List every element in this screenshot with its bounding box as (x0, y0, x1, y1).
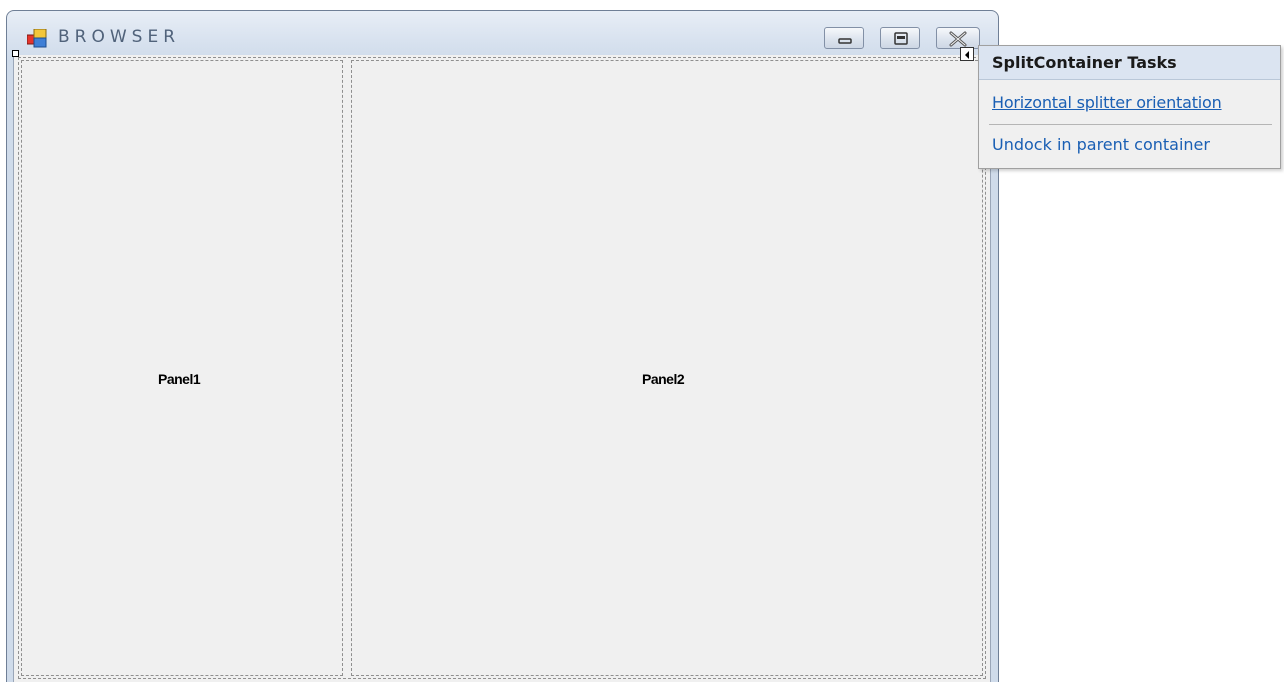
panel1-label: Panel1 (158, 371, 201, 387)
undock-parent-link[interactable]: Undock in parent container (992, 135, 1210, 154)
close-button[interactable] (936, 27, 980, 49)
smart-tag-button[interactable] (960, 47, 974, 61)
split-panel-1[interactable]: Panel1 (21, 60, 343, 676)
tasks-title: SplitContainer Tasks (992, 53, 1177, 72)
split-panel-2[interactable]: Panel2 (351, 60, 983, 676)
maximize-button[interactable] (880, 27, 920, 49)
close-icon (949, 31, 967, 47)
horizontal-orientation-link[interactable]: Horizontal splitter orientation (992, 93, 1222, 112)
app-form-icon (27, 29, 47, 48)
form-client-area: Panel1 Panel2 (13, 55, 991, 682)
selection-grab-handle[interactable] (12, 50, 19, 57)
smart-tag-arrow-icon (965, 51, 969, 59)
tasks-divider (989, 124, 1272, 125)
minimize-button[interactable] (824, 27, 864, 49)
split-container[interactable]: Panel1 Panel2 (18, 57, 986, 679)
maximize-icon (894, 32, 908, 45)
tasks-header: SplitContainer Tasks (979, 46, 1280, 80)
window-title: BROWSER (58, 27, 181, 47)
minimize-icon (838, 38, 852, 44)
splitcontainer-tasks-panel: SplitContainer Tasks Horizontal splitter… (978, 45, 1281, 169)
panel2-label: Panel2 (642, 371, 685, 387)
